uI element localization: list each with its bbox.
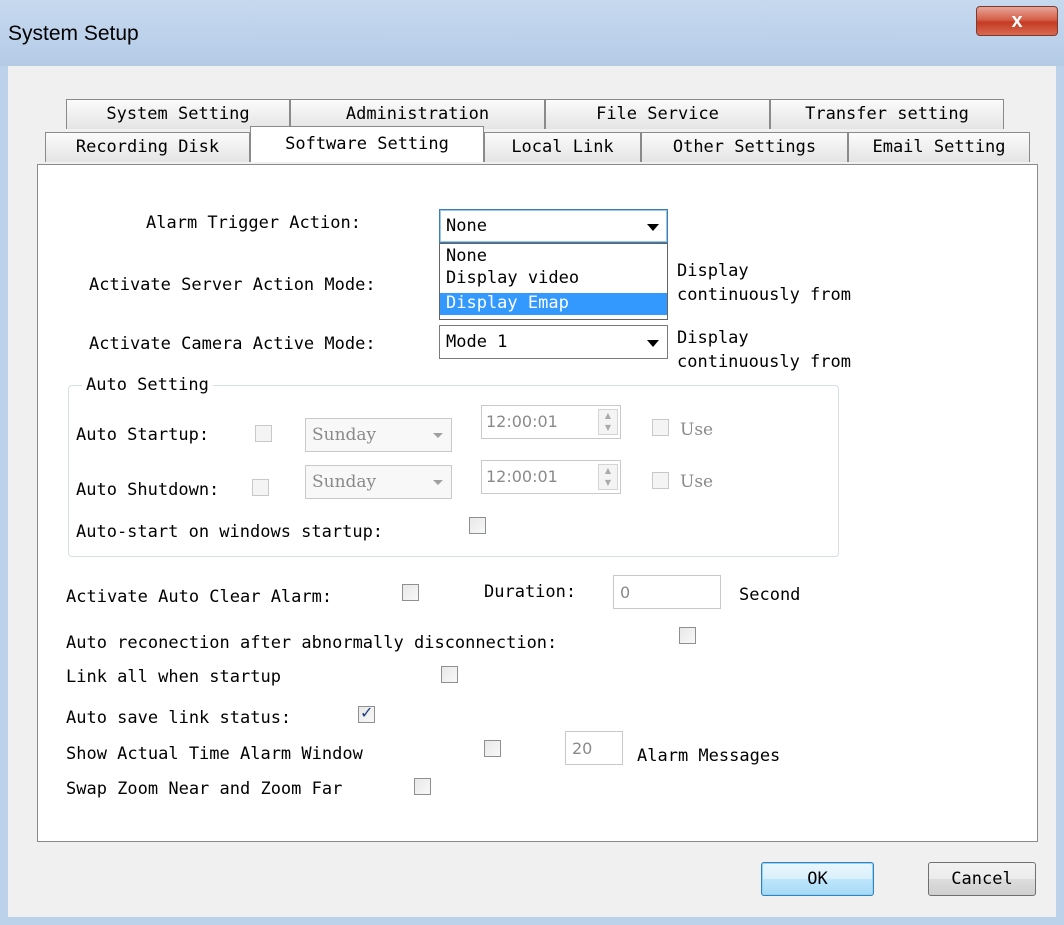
auto-shutdown-day: Sunday <box>312 472 377 492</box>
auto-clear-label: Activate Auto Clear Alarm: <box>66 587 333 607</box>
windows-startup-checkbox[interactable] <box>469 517 486 534</box>
auto-shutdown-checkbox[interactable] <box>252 479 269 496</box>
auto-shutdown-day-select[interactable]: Sunday <box>305 465 452 499</box>
spinner-arrows-icon[interactable]: ▲ ▼ <box>598 409 618 435</box>
alarm-trigger-label: Alarm Trigger Action: <box>146 213 361 233</box>
camera-active-value: Mode 1 <box>446 332 508 352</box>
camera-active-label: Activate Camera Active Mode: <box>89 334 376 354</box>
dropdown-option-none[interactable]: None <box>440 246 667 268</box>
auto-shutdown-use-checkbox[interactable] <box>652 472 669 489</box>
dropdown-option-display-emap[interactable]: Display Emap <box>440 293 667 315</box>
auto-shutdown-time-value: 12:00:01 <box>486 467 558 486</box>
auto-startup-day: Sunday <box>312 425 377 445</box>
chevron-down-icon <box>433 433 443 438</box>
alarm-trigger-select[interactable]: None <box>439 209 668 243</box>
camera-active-note-1: Display <box>677 328 749 348</box>
server-action-note-2: continuously from <box>677 285 851 305</box>
link-all-checkbox[interactable] <box>441 666 458 683</box>
windows-startup-label: Auto-start on windows startup: <box>76 522 384 542</box>
camera-active-select[interactable]: Mode 1 <box>439 325 668 359</box>
duration-value: 0 <box>620 583 631 602</box>
server-action-note-1: Display <box>677 261 749 281</box>
reconnect-label: Auto reconection after abnormally discon… <box>66 633 558 653</box>
alarm-count-value: 20 <box>572 739 593 758</box>
alarm-window-checkbox[interactable] <box>484 740 501 757</box>
save-link-label: Auto save link status: <box>66 708 292 728</box>
camera-active-note-2: continuously from <box>677 352 851 372</box>
chevron-down-icon <box>647 340 659 347</box>
auto-clear-checkbox[interactable] <box>402 584 419 601</box>
alarm-count-input[interactable]: 20 <box>565 731 623 765</box>
duration-unit: Second <box>739 585 801 605</box>
auto-startup-label: Auto Startup: <box>76 425 210 445</box>
auto-shutdown-use-label: Use <box>680 472 714 492</box>
chevron-down-icon <box>433 480 443 485</box>
auto-startup-time[interactable]: 12:00:01 ▲ ▼ <box>481 405 621 439</box>
auto-startup-use-label: Use <box>680 420 714 440</box>
save-link-checkbox[interactable] <box>358 703 375 723</box>
auto-startup-time-value: 12:00:01 <box>486 412 558 431</box>
cancel-button[interactable]: Cancel <box>928 862 1036 896</box>
auto-startup-use-checkbox[interactable] <box>652 419 669 436</box>
auto-shutdown-label: Auto Shutdown: <box>76 480 220 500</box>
swap-zoom-checkbox[interactable] <box>414 778 431 795</box>
server-action-label: Activate Server Action Mode: <box>89 275 376 295</box>
auto-shutdown-time[interactable]: 12:00:01 ▲ ▼ <box>481 460 621 494</box>
chevron-down-icon <box>647 224 659 231</box>
alarm-trigger-dropdown: None Display video Display Emap <box>439 243 668 320</box>
auto-setting-title: Auto Setting <box>82 375 213 395</box>
ok-button[interactable]: OK <box>761 862 874 896</box>
reconnect-checkbox[interactable] <box>679 627 696 644</box>
link-all-label: Link all when startup <box>66 667 281 687</box>
spinner-arrows-icon[interactable]: ▲ ▼ <box>598 464 618 490</box>
duration-label: Duration: <box>484 582 577 602</box>
swap-zoom-label: Swap Zoom Near and Zoom Far <box>66 779 343 799</box>
auto-startup-checkbox[interactable] <box>255 425 272 442</box>
alarm-trigger-value: None <box>446 216 487 236</box>
alarm-window-label: Show Actual Time Alarm Window <box>66 744 363 764</box>
auto-startup-day-select[interactable]: Sunday <box>305 418 452 452</box>
duration-input[interactable]: 0 <box>613 575 721 609</box>
dropdown-option-display-video[interactable]: Display video <box>440 268 667 290</box>
alarm-count-unit: Alarm Messages <box>637 746 781 766</box>
